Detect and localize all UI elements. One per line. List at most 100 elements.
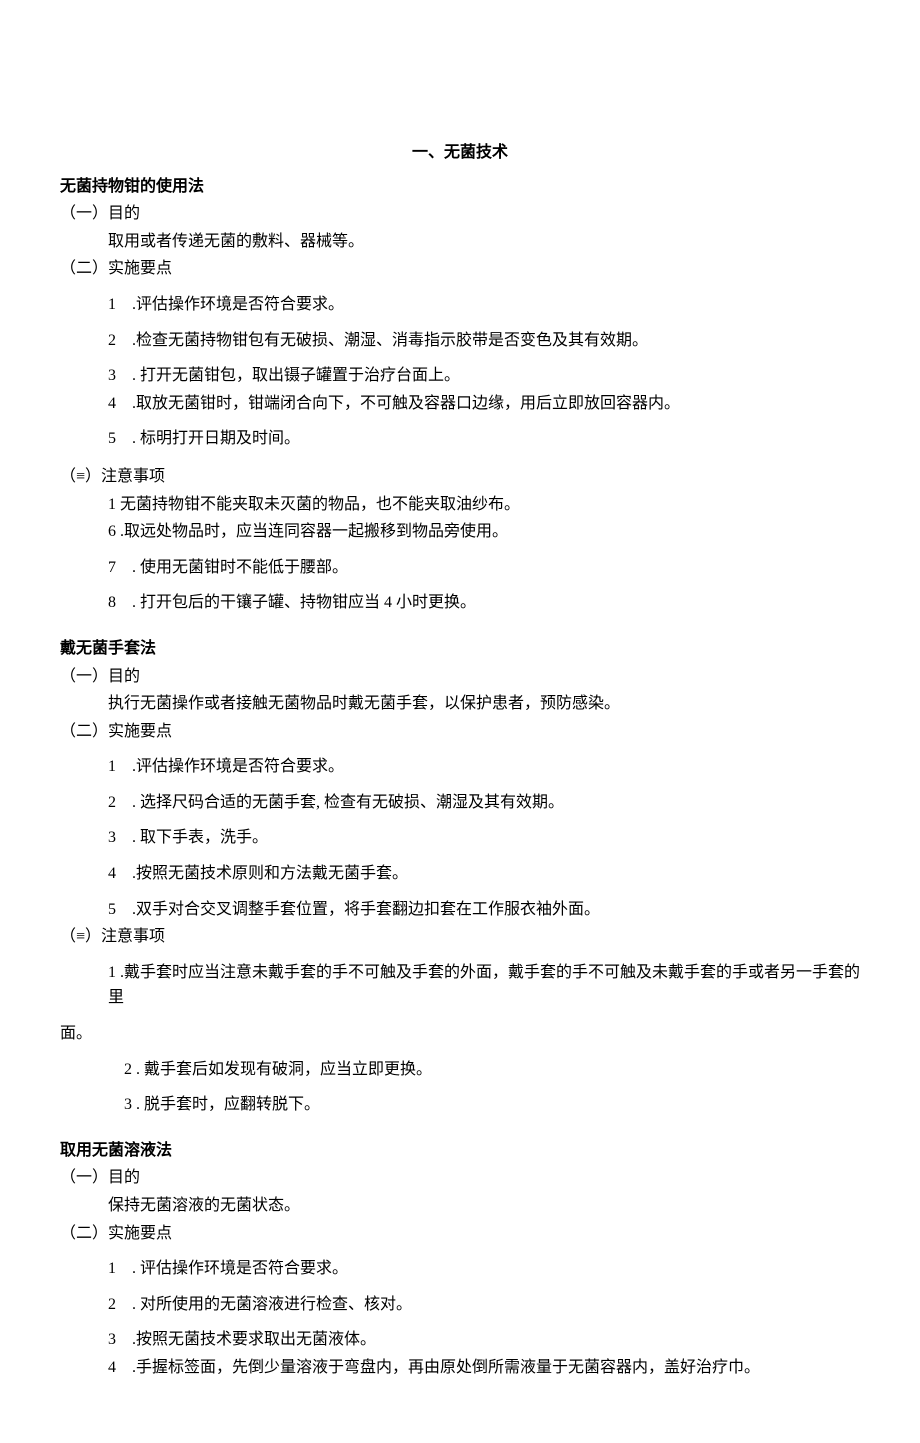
document-title: 一、无菌技术 — [60, 140, 860, 166]
item-text: 无菌持物钳不能夹取未灭菌的物品，也不能夹取油纱布。 — [120, 496, 520, 513]
intro-text: 执行无菌操作或者接触无菌物品时戴无菌手套，以保护患者，预防感染。 — [60, 691, 860, 717]
item-text: 标明打开日期及时间。 — [140, 430, 300, 447]
intro-text: 保持无菌溶液的无菌状态。 — [60, 1193, 860, 1219]
item-number: 6 — [108, 523, 116, 540]
item-number: 4 — [108, 861, 128, 887]
item-text: 检查无菌持物钳包有无破损、潮湿、消毒指示胶带是否变色及其有效期。 — [136, 332, 648, 349]
item-text: 打开无菌钳包，取出镊子罐置于治疗台面上。 — [140, 367, 460, 384]
document-page: 一、无菌技术 无菌持物钳的使用法 （一）目的 取用或者传递无菌的敷料、器械等。 … — [0, 0, 920, 1443]
item-sep: . — [116, 964, 124, 981]
item-text: 取放无菌钳时，钳端闭合向下，不可触及容器口边缘，用后立即放回容器内。 — [136, 395, 680, 412]
list-item-continuation: 面。 — [60, 1021, 860, 1047]
item-sep: . — [128, 430, 140, 447]
list-item: 1 .戴手套时应当注意未戴手套的手不可触及手套的外面，戴手套的手不可触及未戴手套… — [60, 960, 860, 1011]
item-sep: . — [128, 332, 136, 349]
item-number: 1 — [108, 964, 116, 981]
item-text: 手握标签面，先倒少量溶液于弯盘内，再由原处倒所需液量于无菌容器内，盖好治疗巾。 — [136, 1359, 760, 1376]
item-text: 按照无菌技术原则和方法戴无菌手套。 — [136, 865, 408, 882]
list-item: 4 .按照无菌技术原则和方法戴无菌手套。 — [60, 861, 860, 887]
item-number: 4 — [108, 1355, 128, 1381]
item-number: 3 — [124, 1096, 132, 1113]
item-text: 按照无菌技术要求取出无菌液体。 — [136, 1331, 376, 1348]
item-sep: . — [128, 1359, 136, 1376]
item-text: 评估操作环境是否符合要求。 — [140, 1260, 348, 1277]
list-item: 2 . 戴手套后如发现有破洞，应当立即更换。 — [60, 1057, 860, 1083]
item-text: 评估操作环境是否符合要求。 — [136, 758, 344, 775]
item-text: 选择尺码合适的无菌手套, 检查有无破损、潮湿及其有效期。 — [140, 794, 564, 811]
item-number: 8 — [108, 590, 128, 616]
list-item: 3 . 打开无菌钳包，取出镊子罐置于治疗台面上。 — [60, 363, 860, 389]
list-item: 4 .取放无菌钳时，钳端闭合向下，不可触及容器口边缘，用后立即放回容器内。 — [60, 391, 860, 417]
subsection-heading: （≡）注意事项 — [60, 924, 860, 950]
item-number: 5 — [108, 426, 128, 452]
item-sep: . — [128, 395, 136, 412]
list-item: 6 .取远处物品时，应当连同容器一起搬移到物品旁使用。 — [60, 519, 860, 545]
item-sep: . — [116, 523, 124, 540]
list-item: 1 .评估操作环境是否符合要求。 — [60, 754, 860, 780]
item-number: 2 — [108, 1292, 128, 1318]
item-number: 2 — [108, 328, 128, 354]
item-sep: . — [128, 865, 136, 882]
item-number: 1 — [108, 1256, 128, 1282]
section-title: 无菌持物钳的使用法 — [60, 174, 860, 200]
subsection-heading: （二）实施要点 — [60, 256, 860, 282]
list-item: 7 . 使用无菌钳时不能低于腰部。 — [60, 555, 860, 581]
subsection-heading: （一）目的 — [60, 201, 860, 227]
item-text: 打开包后的干镶子罐、持物钳应当 4 小时更换。 — [140, 594, 476, 611]
item-text: 戴手套后如发现有破洞，应当立即更换。 — [144, 1061, 432, 1078]
item-sep: . — [128, 794, 140, 811]
subsection-heading: （一）目的 — [60, 664, 860, 690]
list-item: 3 .按照无菌技术要求取出无菌液体。 — [60, 1327, 860, 1353]
item-number: 1 — [108, 292, 128, 318]
item-number: 2 — [124, 1061, 132, 1078]
intro-text: 取用或者传递无菌的敷料、器械等。 — [60, 229, 860, 255]
section-title: 取用无菌溶液法 — [60, 1138, 860, 1164]
item-number: 5 — [108, 897, 128, 923]
subsection-heading: （一）目的 — [60, 1165, 860, 1191]
list-item: 5 .双手对合交叉调整手套位置，将手套翻边扣套在工作服衣袖外面。 — [60, 897, 860, 923]
list-item: 3 . 取下手表，洗手。 — [60, 825, 860, 851]
item-text: 双手对合交叉调整手套位置，将手套翻边扣套在工作服衣袖外面。 — [136, 901, 600, 918]
item-number: 3 — [108, 1327, 128, 1353]
item-number: 1 — [108, 754, 128, 780]
item-text: 戴手套时应当注意未戴手套的手不可触及手套的外面，戴手套的手不可触及未戴手套的手或… — [108, 964, 860, 1007]
item-sep: . — [128, 1331, 136, 1348]
list-item: 5 . 标明打开日期及时间。 — [60, 426, 860, 452]
item-text: 使用无菌钳时不能低于腰部。 — [140, 559, 348, 576]
item-sep: . — [128, 367, 140, 384]
item-sep: . — [128, 296, 136, 313]
list-item: 1 . 评估操作环境是否符合要求。 — [60, 1256, 860, 1282]
item-sep: . — [132, 1061, 144, 1078]
item-text: 对所使用的无菌溶液进行检查、核对。 — [140, 1296, 412, 1313]
item-sep: . — [128, 559, 140, 576]
item-number: 1 — [108, 496, 116, 513]
item-number: 3 — [108, 825, 128, 851]
subsection-heading: （二）实施要点 — [60, 1221, 860, 1247]
item-sep: . — [128, 901, 136, 918]
item-sep: . — [128, 1296, 140, 1313]
list-item: 8 . 打开包后的干镶子罐、持物钳应当 4 小时更换。 — [60, 590, 860, 616]
list-item: 3 . 脱手套时，应翻转脱下。 — [60, 1092, 860, 1118]
list-item: 2 . 选择尺码合适的无菌手套, 检查有无破损、潮湿及其有效期。 — [60, 790, 860, 816]
item-sep: . — [128, 758, 136, 775]
item-text: 取下手表，洗手。 — [140, 829, 268, 846]
item-text: 评估操作环境是否符合要求。 — [136, 296, 344, 313]
list-item: 2 . 对所使用的无菌溶液进行检查、核对。 — [60, 1292, 860, 1318]
item-number: 7 — [108, 555, 128, 581]
item-number: 3 — [108, 363, 128, 389]
list-item: 1 .评估操作环境是否符合要求。 — [60, 292, 860, 318]
item-sep: . — [128, 829, 140, 846]
item-sep: . — [132, 1096, 144, 1113]
list-item: 2 .检查无菌持物钳包有无破损、潮湿、消毒指示胶带是否变色及其有效期。 — [60, 328, 860, 354]
section-title: 戴无菌手套法 — [60, 636, 860, 662]
subsection-heading: （二）实施要点 — [60, 719, 860, 745]
subsection-heading: （≡）注意事项 — [60, 464, 860, 490]
item-text: 脱手套时，应翻转脱下。 — [144, 1096, 320, 1113]
item-sep: . — [128, 594, 140, 611]
item-number: 4 — [108, 391, 128, 417]
item-number: 2 — [108, 790, 128, 816]
item-text: 取远处物品时，应当连同容器一起搬移到物品旁使用。 — [124, 523, 508, 540]
item-sep: . — [128, 1260, 140, 1277]
list-item: 1 无菌持物钳不能夹取未灭菌的物品，也不能夹取油纱布。 — [60, 492, 860, 518]
list-item: 4 .手握标签面，先倒少量溶液于弯盘内，再由原处倒所需液量于无菌容器内，盖好治疗… — [60, 1355, 860, 1381]
